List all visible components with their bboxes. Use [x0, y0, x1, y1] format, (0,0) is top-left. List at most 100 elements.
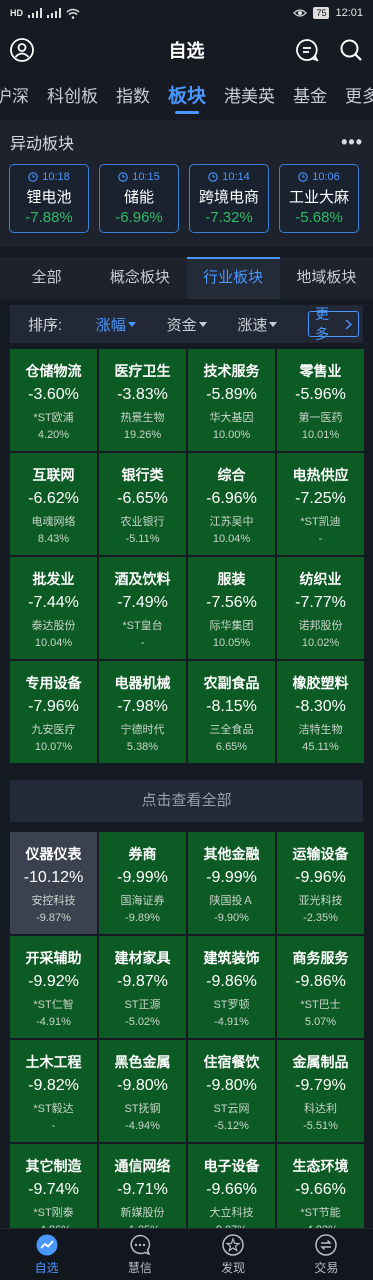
nav-label: 自选: [34, 1260, 59, 1275]
more-options-icon[interactable]: •••: [341, 132, 363, 153]
leading-stock: 亚光科技: [298, 895, 343, 907]
sector-cell[interactable]: 黑色金属 -9.80% ST抚钢 -4.94%: [99, 1040, 186, 1142]
nav-label: 慧信: [127, 1260, 152, 1275]
clock-icon: [118, 172, 128, 182]
tab-hk-us-uk[interactable]: 港美英: [215, 74, 284, 120]
tab-more[interactable]: 更多: [336, 74, 373, 120]
nav-trade[interactable]: 交易: [280, 1229, 373, 1280]
sector-pct: -7.25%: [295, 490, 346, 507]
sector-cell[interactable]: 银行类 -6.65% 农业银行 -5.11%: [99, 453, 186, 555]
leading-stock: 大立科技: [209, 1207, 254, 1219]
sector-cell[interactable]: 住宿餐饮 -9.80% ST云网 -5.12%: [188, 1040, 275, 1142]
more-sort-button[interactable]: 更多: [308, 306, 360, 342]
sort-by-speed[interactable]: 涨速: [237, 314, 308, 335]
nav-watchlist[interactable]: 自选: [0, 1229, 93, 1280]
sort-by-funds[interactable]: 资金: [167, 314, 238, 335]
sector-cell[interactable]: 仪器仪表 -10.12% 安控科技 -9.87%: [10, 832, 97, 934]
mover-time: 10:15: [132, 171, 160, 183]
sector-cell[interactable]: 农副食品 -8.15% 三全食品 6.65%: [188, 661, 275, 763]
mover-card[interactable]: 10:15 储能 -6.96%: [99, 164, 179, 233]
sector-cell[interactable]: 综合 -6.96% 江苏吴中 10.04%: [188, 453, 275, 555]
caret-down-icon: [127, 321, 136, 327]
tab-funds[interactable]: 基金: [284, 74, 336, 120]
leading-stock-pct: -4.91%: [214, 1016, 249, 1028]
mover-pct: -7.32%: [205, 209, 253, 226]
leading-stock-pct: -9.90%: [214, 912, 249, 924]
tab-star-market[interactable]: 科创板: [38, 74, 107, 120]
sector-name: 专用设备: [25, 675, 82, 691]
sector-cell[interactable]: 酒及饮料 -7.49% *ST皇台 -: [99, 557, 186, 659]
mover-card[interactable]: 10:14 跨境电商 -7.32%: [189, 164, 269, 233]
sector-pct: -9.96%: [295, 869, 346, 886]
message-icon[interactable]: [294, 37, 320, 63]
sector-name: 医疗卫生: [114, 363, 171, 379]
tab-region-sectors[interactable]: 地域板块: [280, 257, 373, 299]
sector-cell[interactable]: 土木工程 -9.82% *ST毅达 -: [10, 1040, 97, 1142]
leading-stock: 国海证券: [120, 895, 165, 907]
nav-huixin[interactable]: 慧信: [93, 1229, 186, 1280]
tab-all-sectors[interactable]: 全部: [0, 257, 93, 299]
mover-pct: -6.96%: [115, 209, 163, 226]
sort-option-label: 涨幅: [95, 316, 126, 334]
main-tabs: 沪深 科创板 指数 板块 港美英 基金 更多: [0, 74, 373, 120]
sector-name: 电器机械: [114, 675, 171, 691]
leading-stock: 际华集团: [209, 620, 254, 632]
wifi-icon: [66, 8, 80, 19]
sort-by-change[interactable]: 涨幅: [96, 314, 167, 335]
sector-name: 服装: [217, 571, 246, 587]
sector-cell[interactable]: 批发业 -7.44% 泰达股份 10.04%: [10, 557, 97, 659]
sector-cell[interactable]: 建材家具 -9.87% ST正源 -5.02%: [99, 936, 186, 1038]
sector-cell[interactable]: 仓储物流 -3.60% *ST欧浦 4.20%: [10, 349, 97, 451]
sector-name: 商务服务: [292, 950, 349, 966]
leading-stock-pct: -: [51, 1120, 56, 1132]
leading-stock: 新媒股份: [120, 1207, 165, 1219]
tab-sectors[interactable]: 板块: [159, 74, 215, 120]
sector-cell[interactable]: 互联网 -6.62% 电魂网络 8.43%: [10, 453, 97, 555]
sector-cell[interactable]: 商务服务 -9.86% *ST巴士 5.07%: [277, 936, 364, 1038]
leading-stock: ST罗顿: [213, 999, 250, 1011]
tab-index[interactable]: 指数: [107, 74, 159, 120]
leading-stock-pct: -4.91%: [36, 1016, 71, 1028]
sector-cell[interactable]: 电热供应 -7.25% *ST凯迪 -: [277, 453, 364, 555]
sector-cell[interactable]: 建筑装饰 -9.86% ST罗顿 -4.91%: [188, 936, 275, 1038]
leading-stock-pct: -: [318, 533, 323, 545]
sector-cell[interactable]: 金属制品 -9.79% 科达利 -5.51%: [277, 1040, 364, 1142]
user-icon[interactable]: [9, 37, 35, 63]
sector-cell[interactable]: 橡胶塑料 -8.30% 洁特生物 45.11%: [277, 661, 364, 763]
mover-card[interactable]: 10:06 工业大麻 -5.68%: [279, 164, 359, 233]
sector-cell[interactable]: 纺织业 -7.77% 诺邦股份 10.02%: [277, 557, 364, 659]
sector-name: 其他金融: [203, 846, 260, 862]
mover-card[interactable]: 10:18 锂电池 -7.88%: [9, 164, 89, 233]
sector-cell[interactable]: 券商 -9.99% 国海证券 -9.89%: [99, 832, 186, 934]
sector-cell[interactable]: 运输设备 -9.96% 亚光科技 -2.35%: [277, 832, 364, 934]
sector-cell[interactable]: 零售业 -5.96% 第一医药 10.01%: [277, 349, 364, 451]
tab-hushen[interactable]: 沪深: [0, 74, 38, 120]
sector-cell[interactable]: 专用设备 -7.96% 九安医疗 10.07%: [10, 661, 97, 763]
sector-grid-top: 仓储物流 -3.60% *ST欧浦 4.20% 医疗卫生 -3.83% 热景生物 19.26%…: [0, 349, 373, 763]
sector-pct: -7.96%: [28, 698, 79, 715]
search-icon[interactable]: [338, 37, 364, 63]
leading-stock: *ST皇台: [122, 620, 163, 632]
tab-industry-sectors[interactable]: 行业板块: [186, 257, 281, 299]
leading-stock: 宁德时代: [120, 724, 165, 736]
sector-name: 纺织业: [299, 571, 342, 587]
nav-discover[interactable]: 发现: [187, 1229, 280, 1280]
mover-time: 10:14: [222, 171, 250, 183]
sector-pct: -9.66%: [206, 1181, 257, 1198]
sector-pct: -9.87%: [117, 973, 168, 990]
caret-down-icon: [198, 321, 207, 327]
sector-cell[interactable]: 医疗卫生 -3.83% 热景生物 19.26%: [99, 349, 186, 451]
sector-name: 建筑装饰: [203, 950, 260, 966]
sector-cell[interactable]: 服装 -7.56% 际华集团 10.05%: [188, 557, 275, 659]
sector-pct: -9.66%: [295, 1181, 346, 1198]
mover-time: 10:06: [312, 171, 340, 183]
tab-concept-sectors[interactable]: 概念板块: [93, 257, 186, 299]
sector-name: 农副食品: [203, 675, 260, 691]
show-all-button[interactable]: 点击查看全部: [10, 780, 363, 822]
chevron-right-icon: [345, 318, 353, 330]
sector-cell[interactable]: 开采辅助 -9.92% *ST仁智 -4.91%: [10, 936, 97, 1038]
sector-cell[interactable]: 技术服务 -5.89% 华大基因 10.00%: [188, 349, 275, 451]
sector-cell[interactable]: 其他金融 -9.99% 陕国投Ａ -9.90%: [188, 832, 275, 934]
sort-option-label: 涨速: [237, 316, 268, 334]
sector-cell[interactable]: 电器机械 -7.98% 宁德时代 5.38%: [99, 661, 186, 763]
